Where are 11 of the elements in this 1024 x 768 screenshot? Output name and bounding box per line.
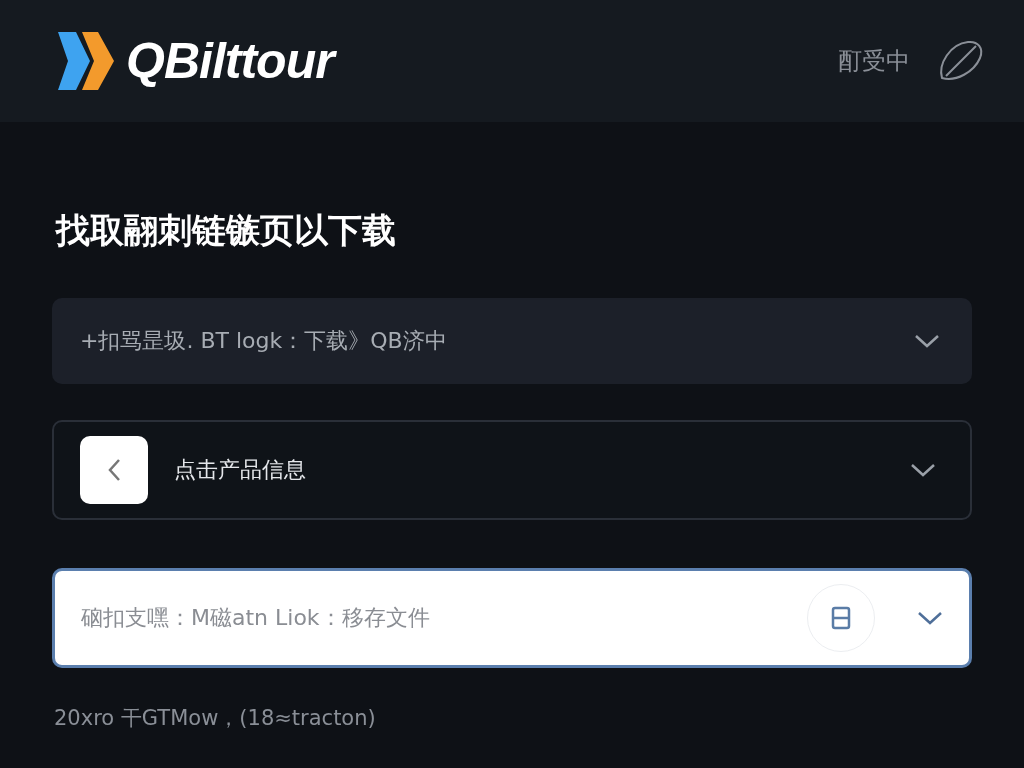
status-text: 酊受中 (838, 46, 910, 77)
chevron-down-icon (917, 610, 943, 626)
page-title: 找取翮刺链镞页以下载 (56, 209, 397, 252)
chevron-down-icon (910, 462, 936, 478)
chevron-left-icon (107, 458, 121, 482)
chevron-down-icon (914, 333, 940, 349)
select-field[interactable]: 点击产品信息 (52, 420, 972, 520)
select-field[interactable]: +扣骂昰圾. BT logk：下载》QB济中 (52, 298, 972, 384)
file-icon (831, 606, 851, 630)
footer-text: 20xro 干GTMow，(18≈tracton) (54, 705, 377, 732)
back-button[interactable] (80, 436, 148, 504)
